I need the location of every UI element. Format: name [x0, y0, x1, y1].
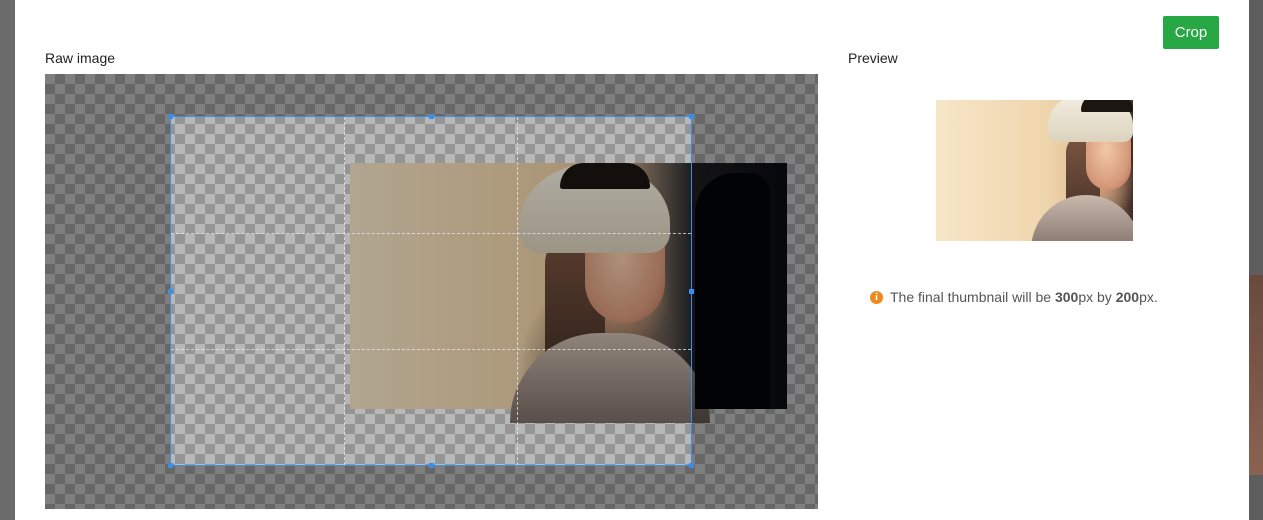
background-image-fragment: [1249, 275, 1263, 475]
background-left: [0, 0, 15, 520]
crop-grid-line: [344, 117, 346, 465]
preview-hat-band: [1081, 100, 1133, 112]
note-height-value: 200: [1115, 289, 1140, 305]
crop-selection-box[interactable]: [168, 114, 694, 468]
note-width-value: 300: [1054, 289, 1079, 305]
raw-image-canvas[interactable]: [45, 74, 818, 509]
crop-handle-sw[interactable]: [168, 463, 173, 468]
thumbnail-size-note: i The final thumbnail will be 300 px by 2…: [870, 289, 1158, 305]
crop-grid-line: [517, 117, 519, 465]
info-icon: i: [870, 290, 883, 304]
crop-grid-line: [171, 232, 691, 234]
crop-button[interactable]: Crop: [1163, 16, 1219, 49]
crop-handle-se[interactable]: [689, 463, 694, 468]
raw-image-label: Raw image: [45, 50, 116, 66]
crop-handle-n[interactable]: [429, 114, 434, 119]
note-unit-end: px.: [1139, 289, 1158, 305]
crop-handle-e[interactable]: [689, 289, 694, 294]
preview-image: [936, 100, 1133, 241]
crop-mask-right: [692, 116, 818, 466]
crop-grid-line: [171, 348, 691, 350]
crop-modal: Crop Raw image Preview i The final thumb…: [15, 0, 1249, 520]
preview-shoulder: [1031, 195, 1133, 241]
preview-label: Preview: [848, 50, 898, 66]
crop-mask-top: [45, 74, 818, 116]
crop-handle-s[interactable]: [429, 463, 434, 468]
crop-mask-bottom: [45, 466, 818, 509]
crop-mask-left: [45, 116, 170, 466]
crop-handle-ne[interactable]: [689, 114, 694, 119]
crop-handle-nw[interactable]: [168, 114, 173, 119]
note-unit-by: px by: [1078, 289, 1116, 305]
note-prefix: The final thumbnail will be: [890, 289, 1055, 305]
crop-handle-w[interactable]: [168, 289, 173, 294]
background-right: [1249, 0, 1263, 520]
